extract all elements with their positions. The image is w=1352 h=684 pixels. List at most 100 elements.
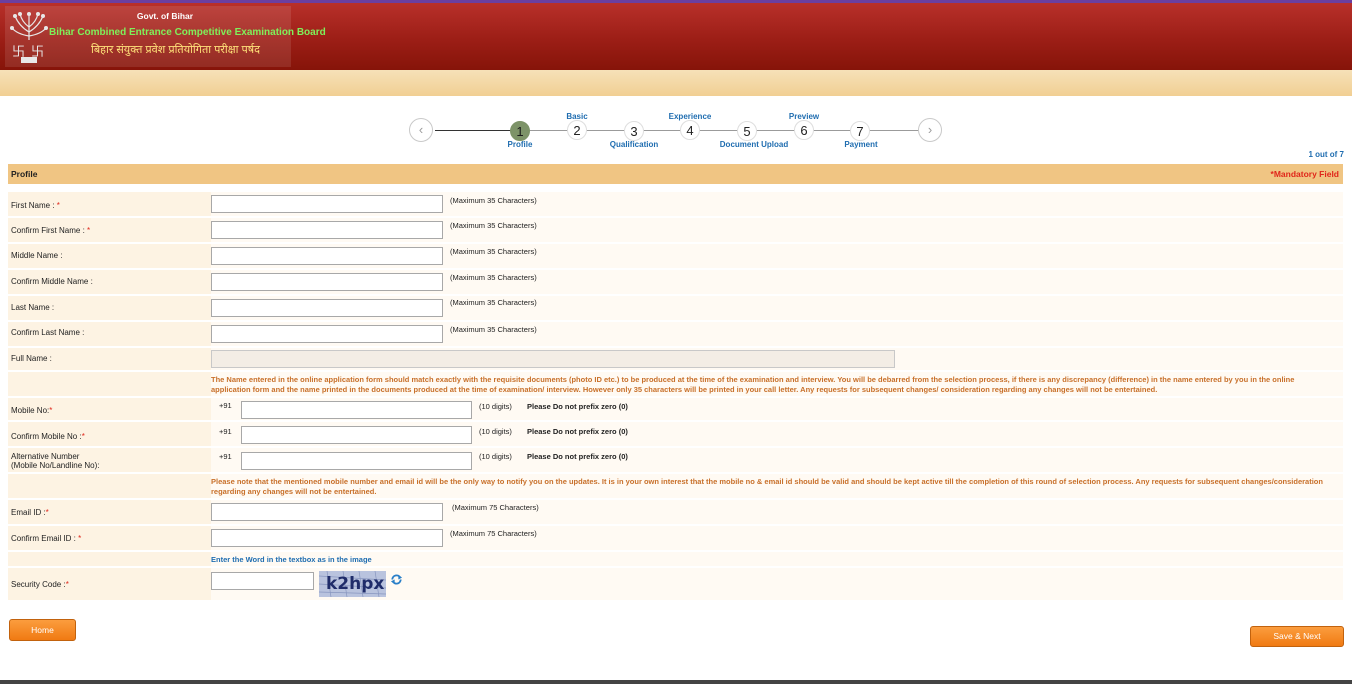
required-star: * [45, 508, 49, 517]
email-hint: (Maximum 75 Characters) [452, 503, 539, 512]
row-confirm-first-name: Confirm First Name : * (Maximum 35 Chara… [8, 218, 1343, 242]
confirm-mobile-label: Confirm Mobile No : [11, 432, 82, 441]
confirm-last-name-input[interactable] [211, 325, 443, 343]
chevron-left-icon: ‹ [418, 122, 424, 137]
logo-block: 卐 卐 Govt. of Bihar Bihar Combined Entran… [5, 6, 326, 67]
wizard-prev-button[interactable]: ‹ [409, 118, 433, 142]
confirm-mobile-hint: (10 digits) [479, 427, 512, 436]
row-security-code: Security Code :* [8, 568, 1343, 600]
first-name-input[interactable] [211, 195, 443, 213]
mobile-label: Mobile No: [11, 406, 50, 415]
step-2-basic[interactable]: 2 [567, 120, 587, 140]
save-next-button[interactable]: Save & Next [1250, 626, 1344, 647]
last-name-hint: (Maximum 35 Characters) [450, 298, 537, 307]
required-star: * [65, 580, 69, 589]
confirm-mobile-zero-warning: Please Do not prefix zero (0) [527, 427, 628, 436]
home-button[interactable]: Home [9, 619, 76, 641]
middle-name-label: Middle Name : [11, 251, 63, 260]
mobile-prefix: +91 [219, 401, 232, 410]
confirm-first-name-input[interactable] [211, 221, 443, 239]
row-first-name: First Name : * (Maximum 35 Characters) [8, 192, 1343, 216]
confirm-first-name-label: Confirm First Name : [11, 226, 88, 235]
board-name-hindi: बिहार संयुक्त प्रवेश प्रतियोगिता परीक्षा… [91, 44, 260, 56]
alt-number-zero-warning: Please Do not prefix zero (0) [527, 452, 628, 461]
board-name-english: Bihar Combined Entrance Competitive Exam… [49, 27, 326, 38]
first-name-label: First Name : [11, 201, 57, 210]
page-indicator: 1 out of 7 [1308, 150, 1344, 159]
step-7-label: Payment [844, 140, 878, 149]
confirm-middle-name-input[interactable] [211, 273, 443, 291]
mobile-input[interactable] [241, 401, 472, 419]
full-name-input [211, 350, 895, 368]
section-header: Profile *Mandatory Field [8, 164, 1343, 184]
row-mobile-note: Please note that the mentioned mobile nu… [8, 474, 1343, 498]
alt-number-sublabel: (Mobile No/Landline No): [11, 461, 100, 470]
step-4-experience[interactable]: 4 [680, 120, 700, 140]
confirm-last-name-label: Confirm Last Name : [11, 328, 85, 337]
row-alternative-number: Alternative Number (Mobile No/Landline N… [8, 448, 1343, 472]
email-input[interactable] [211, 503, 443, 521]
step-7-payment[interactable]: 7 [850, 121, 870, 141]
security-code-input[interactable] [211, 572, 314, 590]
step-wizard: ‹ › 1 Profile 2 Basic 3 Qualification 4 … [0, 104, 1352, 160]
step-3-label: Qualification [609, 140, 659, 149]
step-5-label: Document Upload [719, 140, 789, 149]
confirm-last-name-hint: (Maximum 35 Characters) [450, 325, 537, 334]
required-star: * [56, 201, 60, 210]
wizard-progress [435, 130, 520, 131]
middle-name-input[interactable] [211, 247, 443, 265]
confirm-email-input[interactable] [211, 529, 443, 547]
mandatory-note: *Mandatory Field [1270, 169, 1339, 179]
row-middle-name: Middle Name : (Maximum 35 Characters) [8, 244, 1343, 268]
email-label: Email ID : [11, 508, 46, 517]
captcha-instruction: Enter the Word in the textbox as in the … [211, 555, 372, 564]
alt-number-prefix: +91 [219, 452, 232, 461]
confirm-middle-name-hint: (Maximum 35 Characters) [450, 273, 537, 282]
captcha-text: k2hpx [326, 574, 385, 594]
govt-label: Govt. of Bihar [136, 11, 194, 21]
row-confirm-email: Confirm Email ID : * (Maximum 75 Charact… [8, 526, 1343, 550]
step-6-preview[interactable]: 6 [794, 120, 814, 140]
alt-number-label: Alternative Number [11, 452, 80, 461]
confirm-first-name-hint: (Maximum 35 Characters) [450, 221, 537, 230]
row-mobile: Mobile No:* +91 (10 digits) Please Do no… [8, 398, 1343, 420]
required-star: * [49, 406, 53, 415]
confirm-email-label: Confirm Email ID : [11, 534, 79, 543]
row-email: Email ID :* (Maximum 75 Characters) [8, 500, 1343, 524]
captcha-image: k2hpx [319, 571, 386, 597]
required-star: * [81, 432, 85, 441]
name-matching-note: The Name entered in the online applicati… [211, 375, 1295, 394]
confirm-mobile-prefix: +91 [219, 427, 232, 436]
confirm-email-hint: (Maximum 75 Characters) [450, 529, 537, 538]
alt-number-input[interactable] [241, 452, 472, 470]
row-full-name: Full Name : [8, 348, 1343, 370]
bottom-bar [0, 680, 1352, 684]
step-3-qualification[interactable]: 3 [624, 121, 644, 141]
required-star: * [78, 534, 82, 543]
last-name-input[interactable] [211, 299, 443, 317]
row-confirm-middle-name: Confirm Middle Name : (Maximum 35 Charac… [8, 270, 1343, 294]
step-4-label: Experience [668, 112, 712, 121]
mobile-zero-warning: Please Do not prefix zero (0) [527, 402, 628, 411]
confirm-middle-name-label: Confirm Middle Name : [11, 277, 93, 286]
middle-name-hint: (Maximum 35 Characters) [450, 247, 537, 256]
confirm-mobile-input[interactable] [241, 426, 472, 444]
alt-number-hint: (10 digits) [479, 452, 512, 461]
row-captcha-note: Enter the Word in the textbox as in the … [8, 552, 1343, 566]
step-1-profile[interactable]: 1 [510, 121, 530, 141]
required-star: * [87, 226, 91, 235]
last-name-label: Last Name : [11, 303, 55, 312]
first-name-hint: (Maximum 35 Characters) [450, 196, 537, 205]
wizard-next-button[interactable]: › [918, 118, 942, 142]
contact-validity-note: Please note that the mentioned mobile nu… [211, 477, 1323, 496]
step-2-label: Basic [566, 112, 588, 121]
row-name-note: The Name entered in the online applicati… [8, 372, 1343, 396]
refresh-icon[interactable] [390, 573, 403, 586]
row-last-name: Last Name : (Maximum 35 Characters) [8, 296, 1343, 320]
security-code-label: Security Code : [11, 580, 66, 589]
board-emblem-icon: 卐 卐 [10, 12, 48, 63]
full-name-label: Full Name : [11, 354, 52, 363]
site-header: 卐 卐 Govt. of Bihar Bihar Combined Entran… [0, 3, 1352, 70]
step-5-document-upload[interactable]: 5 [737, 121, 757, 141]
header-band [0, 70, 1352, 96]
